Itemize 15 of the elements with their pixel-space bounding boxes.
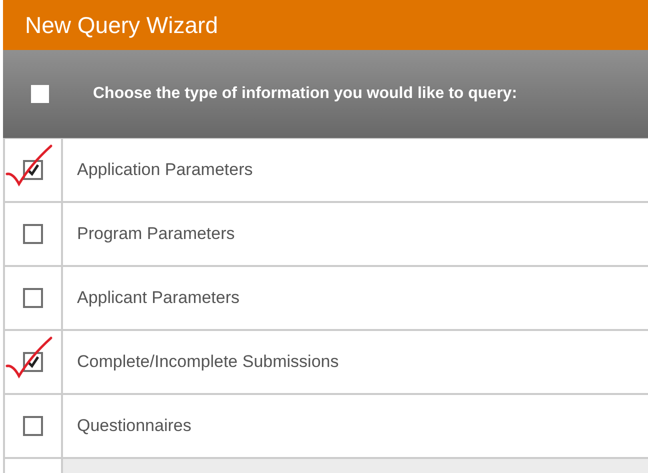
tick-mark-drawing: [6, 144, 52, 186]
window-title: New Query Wizard: [25, 10, 218, 40]
checkbox[interactable]: [23, 288, 43, 308]
select-all-checkbox[interactable]: [31, 85, 49, 103]
option-label: Application Parameters: [77, 159, 253, 182]
table-header-text: Choose the type of information you would like to query:: [93, 84, 518, 104]
option-label: Complete/Incomplete Submissions: [77, 351, 339, 374]
option-label: Questionnaires: [77, 415, 192, 438]
checkbox[interactable]: [23, 416, 43, 436]
option-label: Program Parameters: [77, 223, 235, 246]
check-icon: [26, 163, 40, 177]
check-icon: [26, 355, 40, 369]
checkbox[interactable]: [23, 224, 43, 244]
option-label: Applicant Parameters: [77, 287, 240, 310]
tick-mark-drawing: [6, 336, 52, 378]
